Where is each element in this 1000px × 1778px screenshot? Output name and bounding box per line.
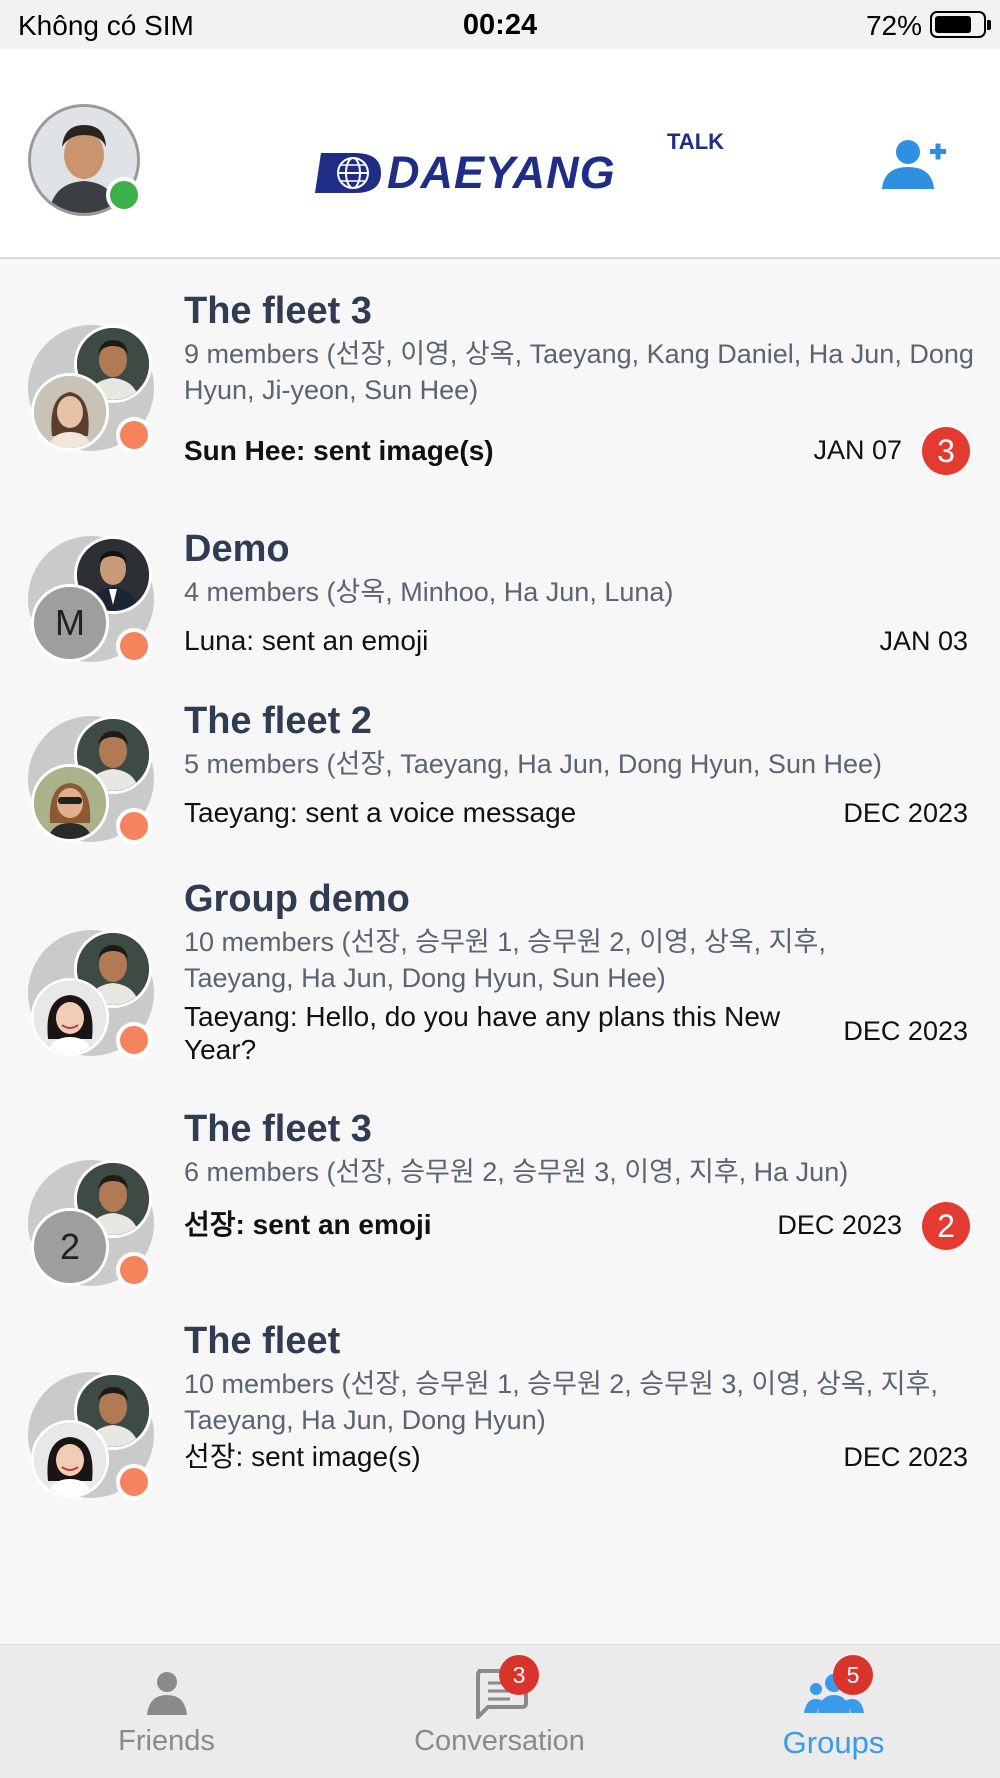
battery-icon (930, 11, 991, 38)
status-dot (116, 417, 152, 453)
bottom-tab-bar: Friends 3 Conversation 5 Groups (0, 1644, 1000, 1778)
group-name: The fleet 3 (184, 1108, 372, 1150)
group-name: The fleet 3 (184, 290, 372, 332)
group-row[interactable]: 2 The fleet 3 6 members (선장, 승무원 2, 승무원 … (0, 1090, 1000, 1288)
status-dot (116, 628, 152, 664)
group-members: 4 members (상옥, Minhoo, Ha Jun, Luna) (184, 577, 674, 607)
group-avatar: M (28, 536, 158, 666)
last-message: 선장: sent an emoji (184, 1209, 432, 1240)
group-row[interactable]: Group demo 10 members (선장, 승무원 1, 승무원 2,… (0, 860, 1000, 1070)
group-avatar (28, 325, 158, 455)
conversation-badge: 3 (499, 1655, 539, 1695)
status-bar: Không có SIM 00:24 72% (0, 0, 1000, 49)
group-members: 9 members (선장, 이영, 상옥, Taeyang, Kang Dan… (184, 339, 974, 405)
group-name: Group demo (184, 878, 410, 920)
last-message: Sun Hee: sent image(s) (184, 435, 494, 466)
app-header: DAEYANG TALK (0, 49, 1000, 259)
group-members: 10 members (선장, 승무원 1, 승무원 2, 승무원 3, 이영,… (184, 1369, 938, 1435)
group-name: The fleet (184, 1320, 341, 1362)
unread-badge: 3 (922, 427, 970, 475)
last-date: DEC 2023 (843, 1442, 968, 1472)
globe-logo-icon (315, 153, 381, 193)
member-initial: M (31, 584, 109, 662)
group-members: 10 members (선장, 승무원 1, 승무원 2, 이영, 상옥, 지후… (184, 927, 826, 993)
group-members: 6 members (선장, 승무원 2, 승무원 3, 이영, 지후, Ha … (184, 1157, 849, 1187)
tab-label: Groups (782, 1725, 885, 1760)
member-photo (31, 978, 109, 1056)
daeyang-logo: DAEYANG TALK (312, 129, 732, 209)
last-date: JAN 03 (879, 626, 968, 656)
member-photo (31, 764, 109, 842)
logo-talk: TALK (667, 129, 725, 154)
add-friend-icon[interactable] (878, 137, 948, 193)
online-indicator (106, 177, 142, 213)
group-avatar (28, 716, 158, 846)
last-date: DEC 2023 (843, 1016, 968, 1046)
last-message: Taeyang: Hello, do you have any plans th… (184, 1001, 781, 1065)
person-icon (137, 1667, 197, 1719)
status-dot (116, 1464, 152, 1500)
group-avatar (28, 1372, 158, 1502)
member-photo (31, 373, 109, 451)
last-message: Taeyang: sent a voice message (184, 797, 577, 828)
group-members: 5 members (선장, Taeyang, Ha Jun, Dong Hyu… (184, 749, 882, 779)
group-name: The fleet 2 (184, 700, 372, 742)
last-date: JAN 07 (813, 435, 902, 465)
last-message: Luna: sent an emoji (184, 625, 429, 656)
tab-conversation[interactable]: 3 Conversation (333, 1645, 666, 1778)
group-row[interactable]: The fleet 2 5 members (선장, Taeyang, Ha J… (0, 680, 1000, 850)
group-row[interactable]: The fleet 3 9 members (선장, 이영, 상옥, Taeya… (0, 260, 1000, 490)
member-photo (31, 1420, 109, 1498)
last-message: 선장: sent image(s) (184, 1441, 421, 1472)
group-name: Demo (184, 528, 290, 570)
tab-label: Friends (118, 1725, 215, 1757)
battery-percent: 72% (865, 10, 922, 41)
clock: 00:24 (462, 9, 538, 41)
status-dot (116, 1022, 152, 1058)
last-date: DEC 2023 (777, 1210, 902, 1240)
status-dot (116, 1252, 152, 1288)
tab-label: Conversation (414, 1725, 585, 1757)
group-avatar: 2 (28, 1160, 158, 1290)
last-date: DEC 2023 (843, 798, 968, 828)
unread-badge: 2 (922, 1202, 970, 1250)
group-row[interactable]: M Demo 4 members (상옥, Minhoo, Ha Jun, Lu… (0, 506, 1000, 676)
groups-badge: 5 (833, 1655, 873, 1695)
status-dot (116, 808, 152, 844)
tab-groups[interactable]: 5 Groups (667, 1645, 1000, 1778)
logo-text: DAEYANG (387, 147, 616, 198)
group-avatar (28, 930, 158, 1060)
tab-friends[interactable]: Friends (0, 1645, 333, 1778)
group-row[interactable]: The fleet 10 members (선장, 승무원 1, 승무원 2, … (0, 1300, 1000, 1500)
member-initial: 2 (31, 1208, 109, 1286)
